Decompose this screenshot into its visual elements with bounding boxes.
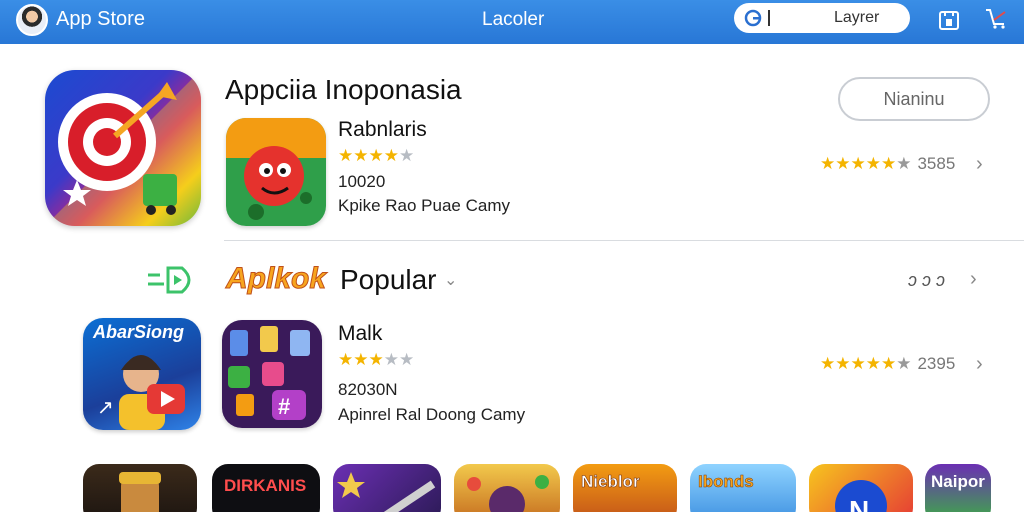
character-icon <box>467 475 549 512</box>
see-all[interactable]: ɔ ɔ ɔ <box>908 270 945 291</box>
strip-tile[interactable]: DIRKANIS <box>212 464 320 512</box>
app-name[interactable]: Rabnlaris <box>338 118 427 142</box>
left-app-icon[interactable]: ↗ AbarSiong <box>83 318 201 430</box>
app-icon-malk[interactable]: # <box>222 320 322 428</box>
chevron-right-icon[interactable]: › <box>976 153 983 176</box>
search-value: Layrer <box>834 9 880 26</box>
page-title: Lacoler <box>482 9 545 30</box>
featured-title: Appciia Inoponasia <box>225 74 462 105</box>
app-title: App Store <box>56 8 145 30</box>
bag-icon[interactable] <box>937 7 961 31</box>
star-rating: ★★★★★ <box>338 146 415 165</box>
text-cursor <box>768 10 770 26</box>
star-rating-right: ★★★★★★ <box>820 354 912 373</box>
g-icon <box>744 9 762 27</box>
arrow-icon <box>148 266 191 294</box>
cart-icon[interactable] <box>985 7 1009 31</box>
strip-tile[interactable] <box>454 464 560 512</box>
svg-text:#: # <box>278 394 290 419</box>
get-button[interactable]: Nianinu <box>838 77 990 121</box>
strip-tile[interactable] <box>333 464 441 512</box>
right-rating: ★★★★★★ 3585 <box>820 154 955 174</box>
strip-tile[interactable] <box>83 464 197 512</box>
section-title: Popular <box>340 264 437 295</box>
bomb-character-icon <box>226 118 326 226</box>
target-icon <box>45 70 201 226</box>
rating-count: 3585 <box>917 154 956 173</box>
app-category: Apinrel Ral Doong Camy <box>338 405 526 424</box>
app-size: 10020 <box>338 172 386 191</box>
right-rating: ★★★★★★ 2395 <box>820 354 955 374</box>
app-icon-rabnlaris[interactable] <box>226 118 326 226</box>
top-bar: App Store Lacoler Layrer <box>0 0 1024 44</box>
app-size: 82030N <box>338 380 398 399</box>
featured-app-icon[interactable] <box>45 70 201 226</box>
divider <box>224 240 1024 241</box>
strip-tile[interactable]: Naipor <box>925 464 991 512</box>
sword-icon <box>337 472 436 512</box>
puzzle-game-icon: # <box>222 320 322 428</box>
left-app-label: AbarSiong <box>93 322 185 342</box>
strip-tile[interactable]: Ibonds <box>690 464 796 512</box>
pharaoh-icon <box>119 472 161 512</box>
logo-icon: N <box>835 480 887 512</box>
avatar[interactable] <box>16 4 48 36</box>
strip-tile-label: DIRKANIS <box>224 476 307 495</box>
star-rating: ★★★★★ <box>338 350 415 369</box>
section-brand: Aplkok <box>225 262 327 296</box>
strip-tile-label: Naipor <box>931 472 985 491</box>
app-category: Kpike Rao Puae Camy <box>338 196 510 215</box>
app-name[interactable]: Malk <box>338 322 382 346</box>
strip-tile-label: Ibonds <box>698 472 754 492</box>
svg-text:↗: ↗ <box>97 397 114 419</box>
rating-count: 2395 <box>917 354 956 373</box>
chevron-right-icon[interactable]: › <box>976 353 983 376</box>
strip-tile-label: Nieblor <box>581 472 640 492</box>
strip-tile[interactable]: N <box>809 464 913 512</box>
search-input[interactable]: Layrer <box>734 3 910 33</box>
chevron-right-icon[interactable]: › <box>970 268 977 291</box>
star-rating-right: ★★★★★★ <box>820 154 912 173</box>
strip-tile[interactable]: Nieblor <box>573 464 677 512</box>
chevron-down-icon[interactable]: ⌄ <box>444 270 457 290</box>
svg-text:N: N <box>849 495 869 512</box>
